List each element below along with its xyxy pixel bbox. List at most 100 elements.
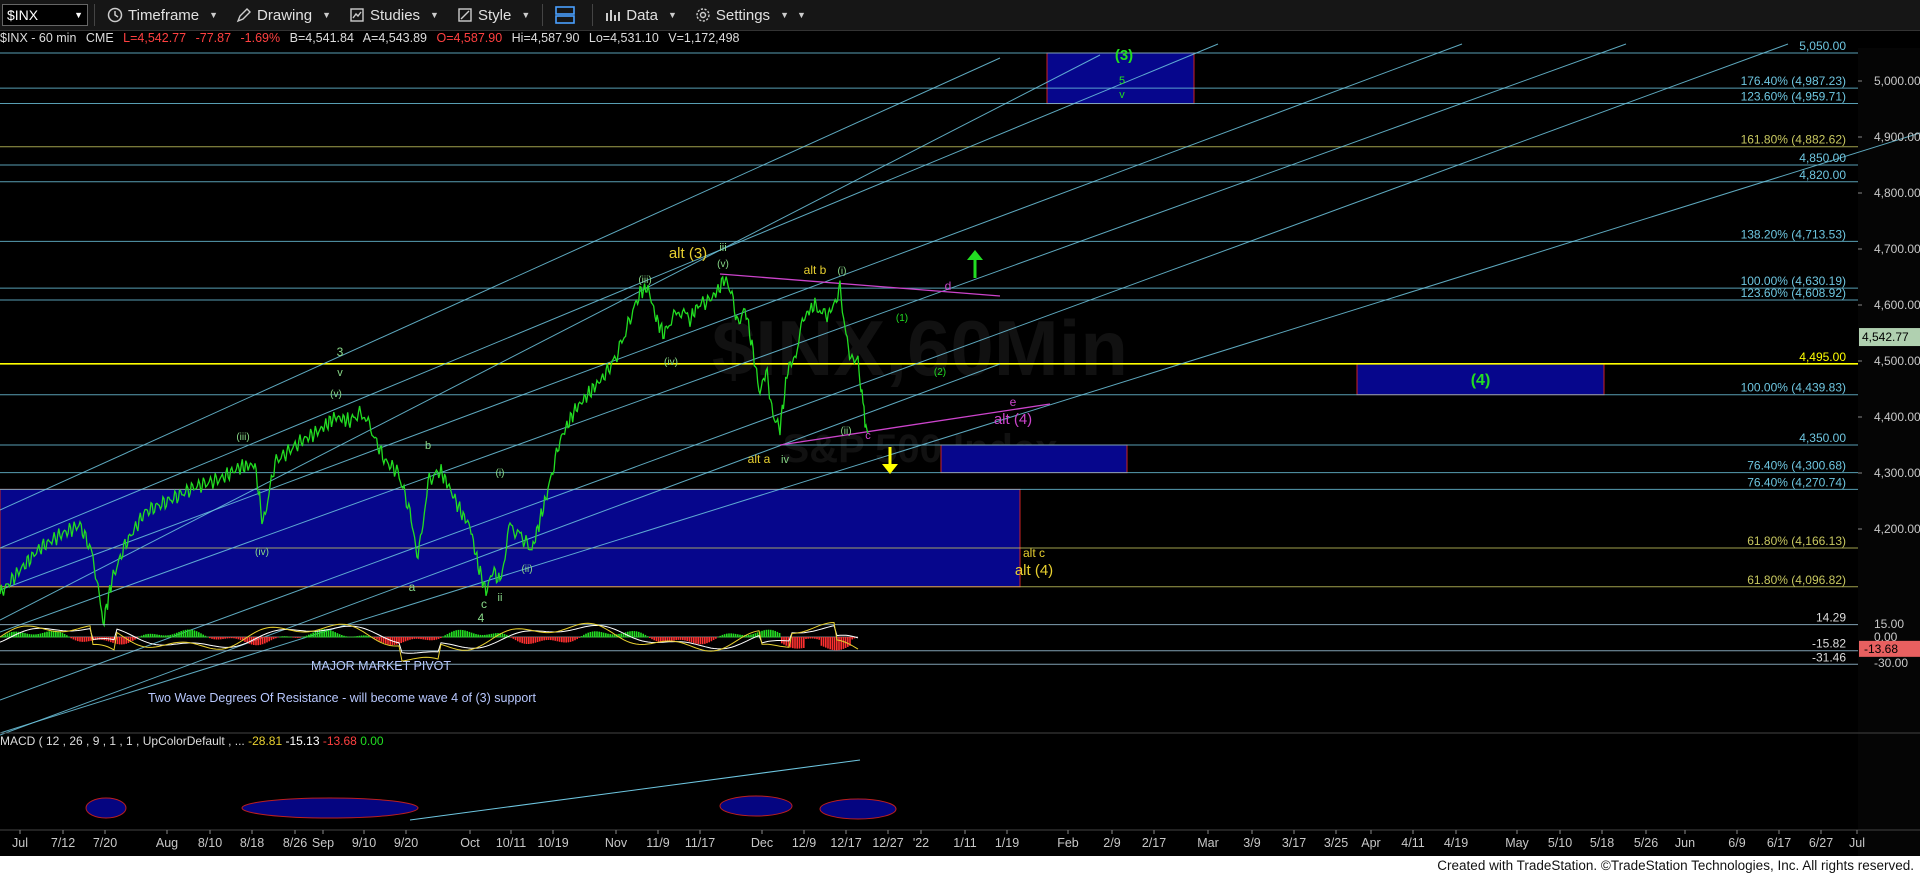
macd-histogram-bar (776, 631, 779, 638)
macd-histogram-bar (248, 637, 251, 644)
price-axis-background (1858, 48, 1920, 856)
macd-histogram-bar (228, 637, 231, 639)
macd-histogram-bar (451, 631, 453, 638)
toolbar-separator (542, 4, 544, 26)
macd-histogram-bar (457, 629, 460, 638)
exchange: CME (85, 31, 114, 45)
macd-histogram-bar (407, 637, 409, 641)
macd-histogram-bar (798, 637, 801, 649)
macd-histogram-bar (481, 634, 484, 638)
wave-label: (v) (717, 259, 729, 270)
macd-zero-value: 0.00 (360, 734, 384, 748)
macd-histogram-bar (704, 637, 706, 644)
drawing-label: Drawing (257, 6, 313, 24)
macd-histogram-bar (752, 633, 754, 638)
macd-histogram-bar (50, 630, 53, 638)
macd-histogram-bar (72, 637, 75, 640)
price-tick-label: 5,000.00 (1874, 74, 1920, 88)
macd-histogram-bar (763, 630, 765, 638)
macd-histogram-bar (605, 633, 607, 638)
macd-histogram-bar (352, 636, 354, 638)
macd-histogram-bar (147, 633, 149, 638)
macd-histogram-bar (341, 635, 343, 638)
macd-histogram-bar (343, 635, 345, 638)
macd-histogram-bar (22, 632, 24, 638)
macd-histogram-bar (594, 631, 596, 638)
macd-histogram-bar (151, 633, 154, 638)
macd-histogram-bar (409, 637, 411, 640)
macd-histogram-bar (327, 629, 330, 638)
macd-histogram-bar (2, 635, 4, 638)
studies-button[interactable]: Studies ▼ (343, 3, 445, 27)
price-tick-label: 4,900.00 (1874, 130, 1920, 144)
price-tick-label: 4,300.00 (1874, 466, 1920, 480)
time-tick-label: 8/18 (240, 836, 264, 850)
macd-histogram-bar (6, 633, 9, 638)
macd-histogram-bar (209, 637, 211, 639)
macd-histogram-bar (4, 634, 6, 638)
macd-histogram-bar (191, 629, 193, 638)
macd-histogram-bar (132, 637, 134, 641)
macd-histogram-bar (268, 637, 270, 642)
macd-histogram-bar (723, 634, 726, 638)
macd-histogram-bar (182, 630, 185, 638)
macd-histogram-bar (74, 637, 77, 641)
data-button[interactable]: Data ▼ (599, 3, 683, 27)
macd-histogram-bar (572, 637, 574, 642)
time-tick-label: 4/19 (1444, 836, 1468, 850)
toolbar: $INX ▼ Timeframe ▼ Drawing ▼ Studies ▼ S… (0, 0, 1920, 31)
level-label: 5,050.00 (1799, 39, 1846, 53)
macd-histogram-bar (545, 637, 548, 641)
macd-histogram-bar (803, 637, 805, 648)
settings-button[interactable]: Settings ▼ (689, 3, 795, 27)
macd-histogram-bar (235, 637, 237, 639)
time-tick-label: 7/20 (93, 836, 117, 850)
macd-histogram-bar (486, 634, 488, 638)
macd-histogram-bar (264, 637, 266, 644)
macd-histogram-bar (778, 632, 781, 638)
macd-histogram-bar (310, 633, 312, 638)
time-tick-label: 1/11 (953, 836, 976, 850)
macd-histogram-bar (28, 634, 31, 638)
time-tick-label: 4/11 (1401, 836, 1424, 850)
macd-histogram-bar (831, 637, 834, 650)
more-caret-icon[interactable]: ▼ (797, 10, 806, 20)
macd-histogram-bar (653, 637, 655, 641)
style-button[interactable]: Style ▼ (451, 3, 536, 27)
macd-histogram-bar (649, 637, 651, 638)
time-tick-label: Dec (751, 836, 773, 850)
macd-histogram-bar (48, 631, 50, 638)
time-tick-label: 1/19 (995, 836, 1019, 850)
macd-histogram-bar (261, 637, 264, 645)
macd-histogram-bar (272, 637, 275, 640)
macd-histogram-bar (253, 637, 255, 645)
chart-canvas[interactable]: $INX,60MinS&P 500 Index(4)MAJOR MARKET P… (0, 0, 1920, 876)
time-tick-label: 2/9 (1103, 836, 1120, 850)
macd-histogram-bar (59, 631, 61, 638)
net-change: -77.87 (195, 31, 232, 45)
macd-histogram-bar (851, 637, 853, 640)
drawing-button[interactable]: Drawing ▼ (230, 3, 337, 27)
macd-histogram-bar (721, 634, 724, 638)
macd-histogram-bar (655, 637, 658, 642)
time-tick-label: Mar (1197, 836, 1219, 850)
macd-histogram-bar (602, 632, 605, 638)
macd-histogram-bar (534, 637, 537, 643)
macd-histogram-bar (413, 637, 416, 639)
timeframe-button[interactable]: Timeframe ▼ (101, 3, 224, 27)
chevron-down-icon: ▼ (322, 10, 331, 20)
macd-histogram-bar (750, 634, 752, 638)
macd-histogram-bar (286, 636, 288, 638)
macd-histogram-bar (554, 637, 556, 641)
symbol-selector[interactable]: $INX ▼ (2, 4, 88, 26)
chevron-down-icon: ▼ (780, 10, 789, 20)
macd-histogram-bar (338, 634, 341, 638)
macd-histogram-bar (81, 637, 83, 642)
macd-histogram-bar (336, 633, 339, 638)
macd-histogram-bar (121, 637, 123, 645)
layout-button[interactable] (549, 3, 586, 27)
macd-histogram-bar (657, 637, 660, 642)
macd-histogram-bar (411, 637, 413, 640)
wave-label: (ii) (521, 564, 532, 575)
wave-label: 3 (337, 345, 344, 359)
